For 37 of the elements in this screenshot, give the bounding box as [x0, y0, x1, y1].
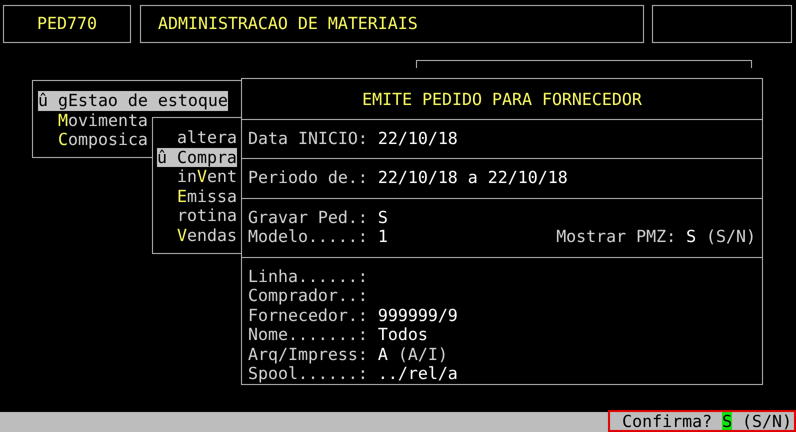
field-label: Nome.......:	[248, 325, 368, 344]
field-value: 999999/9	[378, 306, 458, 325]
menu-item[interactable]: Composica	[38, 130, 148, 150]
answer-field[interactable]: S	[722, 412, 732, 430]
field-value: S	[378, 208, 388, 227]
menu-item[interactable]: Movimenta	[38, 110, 148, 130]
field-label: Modelo.....:	[248, 227, 368, 246]
field-label: Spool......:	[248, 364, 368, 384]
menu-item[interactable]: Vendas	[157, 226, 237, 245]
field-label: Fornecedor.:	[248, 306, 368, 325]
field-label: Comprador..:	[248, 286, 368, 306]
field-label: Periodo de.:	[248, 168, 368, 188]
field-value: 1	[378, 227, 388, 246]
menu-item[interactable]: û Compra	[157, 148, 237, 167]
dialog-title: EMITE PEDIDO PARA FORNECEDOR	[362, 90, 642, 109]
screen-title: ADMINISTRACAO DE MATERIAIS	[158, 14, 418, 34]
field-label: Mostrar PMZ:	[556, 227, 676, 246]
field-value: ../rel/a	[378, 364, 458, 384]
program-code: PED770	[37, 14, 97, 34]
value-hint: (S/N)	[742, 412, 792, 430]
field-value: A	[378, 344, 388, 364]
menu-item[interactable]: Emissa	[157, 186, 237, 206]
value-hint: (A/I)	[398, 344, 448, 364]
value-hint: (S/N)	[706, 227, 756, 246]
prompt-label: Confirma?	[622, 412, 712, 430]
field-label: Gravar Ped.:	[248, 208, 368, 227]
field-value: Todos	[378, 325, 428, 344]
menu-item[interactable]: û gEstao de estoque	[38, 91, 228, 110]
field-label: Arq/Impress:	[248, 344, 368, 364]
menu-item[interactable]: altera	[157, 128, 237, 148]
menu-item[interactable]: inVent	[157, 167, 237, 186]
field-value: 22/10/18 a 22/10/18	[378, 168, 568, 188]
field-label: Linha......:	[248, 266, 368, 286]
field-label: Data INICIO:	[248, 128, 368, 148]
field-value: S	[686, 227, 696, 246]
menu-item[interactable]: rotina	[157, 206, 237, 226]
field-value: 22/10/18	[378, 128, 458, 148]
